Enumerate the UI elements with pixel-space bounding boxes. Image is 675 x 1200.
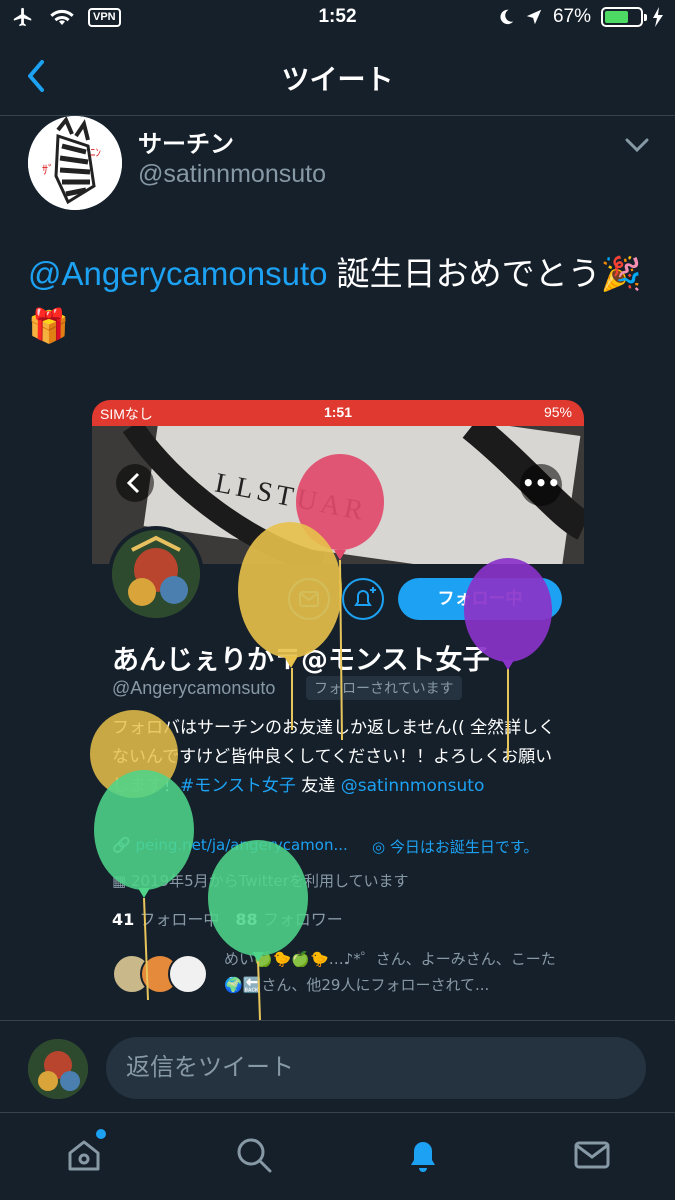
image-battery: 95%	[543, 404, 572, 420]
followed-by-text: めい🍏🐤🍏🐤…♪*゜さん、よーみさん、こーた🌍🔙さん、他29人にフォローされて.…	[224, 950, 556, 994]
profile-avatar	[108, 526, 204, 622]
following-button: フォロー中	[398, 578, 562, 620]
new-content-dot	[96, 1129, 106, 1139]
monster-avatar-icon	[112, 530, 200, 618]
moon-icon	[500, 9, 514, 25]
reply-input[interactable]	[106, 1037, 646, 1099]
birthday-text: 今日はお誕生日です。	[389, 838, 539, 856]
following-label: フォロー中	[139, 910, 220, 929]
image-status-bar: SIMなし 1:51 95%	[92, 400, 584, 426]
zebra-avatar-icon: ｻﾞ ﾆﾝ	[28, 116, 122, 210]
svg-text:ｻﾞ: ｻﾞ	[42, 163, 54, 177]
home-icon	[68, 1140, 100, 1171]
status-bar: VPN 1:52 67%	[0, 0, 675, 40]
tab-bar	[0, 1112, 675, 1200]
followers-count: 88	[235, 910, 258, 929]
link-icon: 🔗	[112, 836, 136, 854]
battery-percent: 67%	[552, 6, 591, 27]
battery-icon	[601, 7, 647, 27]
tweet-mention-link[interactable]: @Angerycamonsuto	[28, 255, 327, 292]
profile-link: 🔗 peing.net/ja/angerycamon...	[112, 836, 348, 854]
author-display-name[interactable]: サーチン	[138, 124, 234, 159]
birthday-note: ◎ 今日はお誕生日です。	[372, 836, 538, 857]
status-right: 67%	[497, 6, 663, 28]
follow-counts: 41 フォロー中 88 フォロワー	[112, 906, 343, 930]
following-count: 41	[112, 910, 135, 929]
tweet-text: @Angerycamonsuto 誕生日おめでとう🎉🎁	[28, 248, 653, 352]
calendar-icon: ▦	[112, 872, 131, 890]
reply-bar	[0, 1020, 675, 1112]
mail-icon	[299, 591, 319, 607]
chevron-left-icon	[126, 472, 140, 494]
tweet-image[interactable]: SIMなし 1:51 95% LLSTUAR ••• フォロー中 あんじぇりか〒…	[92, 400, 584, 1020]
follower-avatar	[168, 954, 208, 994]
svg-text:ﾆﾝ: ﾆﾝ	[90, 146, 101, 159]
page-title: ツイート	[281, 63, 394, 96]
my-avatar[interactable]	[28, 1039, 88, 1099]
bio-hashtag: #モンスト女子	[180, 776, 296, 796]
chevron-down-icon[interactable]	[622, 134, 652, 156]
image-back-button	[116, 464, 154, 502]
monster-avatar-icon	[28, 1039, 88, 1099]
author-avatar[interactable]: ｻﾞ ﾆﾝ	[28, 116, 122, 210]
joined-date: ▦ 2019年5月からTwitterを利用しています	[112, 870, 409, 891]
profile-name: あんじぇりか〒@モンスト女子	[112, 645, 490, 676]
bell-icon	[411, 1142, 435, 1172]
profile-handle: @Angerycamonsuto	[112, 678, 276, 698]
followers-label: フォロワー	[262, 910, 343, 929]
tab-home[interactable]	[62, 1129, 106, 1177]
bio-mention: @satinnmonsuto	[340, 776, 485, 796]
profile-bio: フォロバはサーチンのお友達しか返しません(( 全然詳しくないんですけど皆仲良くし…	[112, 714, 564, 801]
follows-you-badge: フォローされています	[306, 676, 462, 700]
notify-button	[342, 578, 384, 620]
bio-tail: 友達	[295, 776, 341, 796]
tab-notifications[interactable]	[401, 1133, 445, 1177]
search-icon	[237, 1138, 272, 1173]
envelope-icon	[574, 1141, 610, 1169]
followed-by-avatars	[112, 954, 208, 994]
message-button	[288, 578, 330, 620]
tab-messages[interactable]	[570, 1133, 614, 1177]
author-handle[interactable]: @satinnmonsuto	[138, 160, 326, 189]
bell-plus-icon	[354, 587, 376, 606]
more-icon: •••	[520, 464, 562, 506]
image-time: 1:51	[323, 404, 353, 420]
nav-bar: ツイート	[0, 40, 675, 116]
joined-text: 2019年5月からTwitterを利用しています	[130, 872, 409, 890]
balloon-icon: ◎	[372, 838, 390, 856]
profile-link-text: peing.net/ja/angerycamon...	[135, 836, 348, 854]
charging-bolt-icon	[653, 7, 663, 27]
location-arrow-icon	[526, 9, 542, 25]
tab-search[interactable]	[232, 1133, 276, 1177]
